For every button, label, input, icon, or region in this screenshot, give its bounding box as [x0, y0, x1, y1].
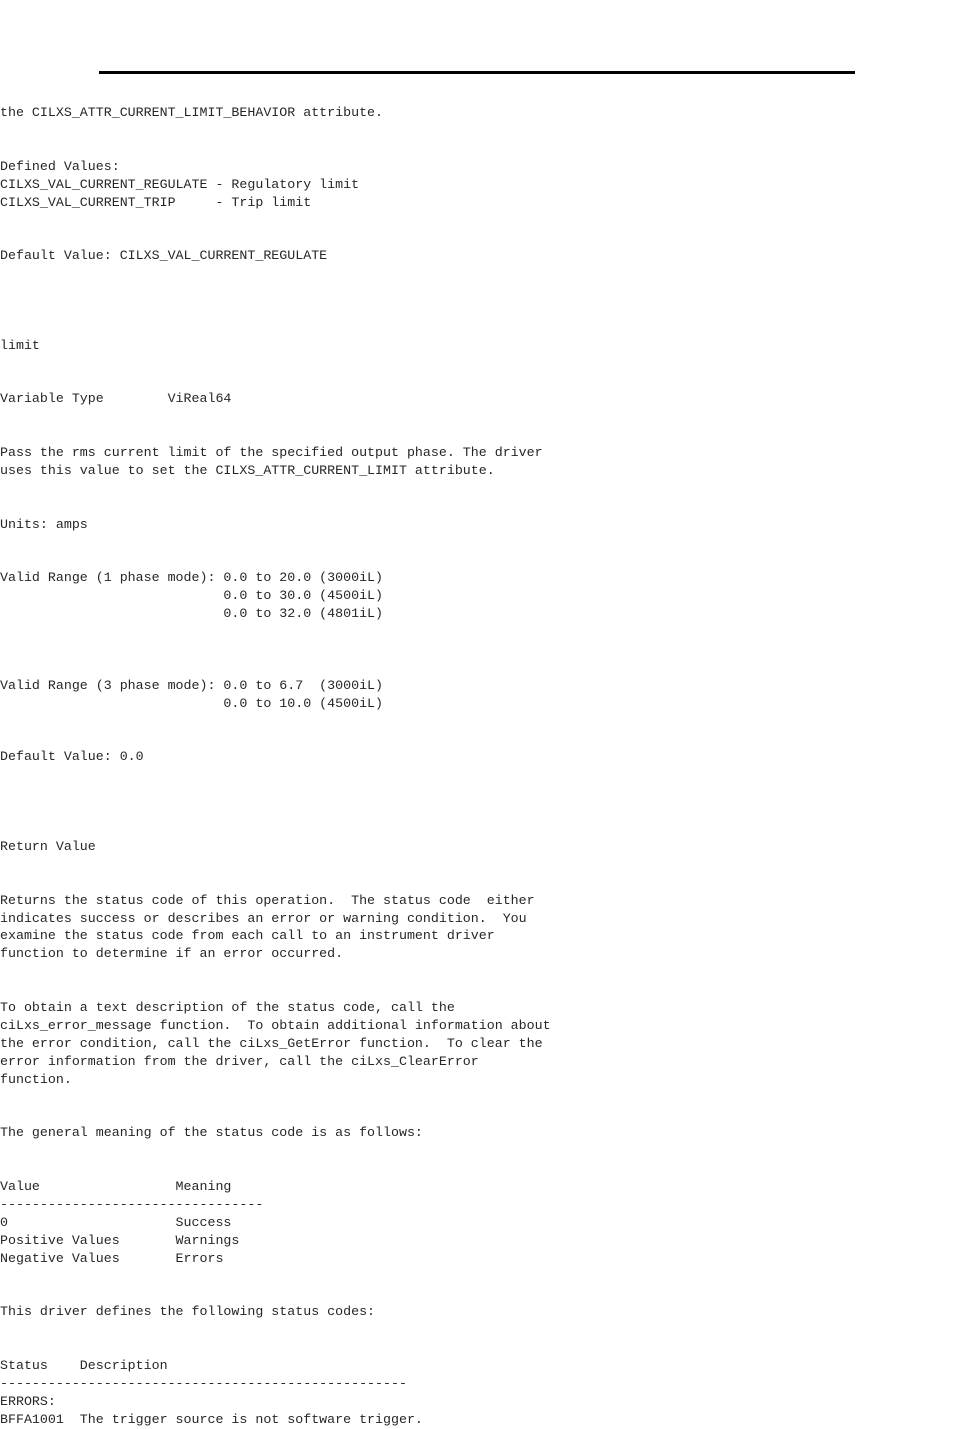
return-value-paragraph1-line4: function to determine if an error occurr… [0, 946, 344, 962]
return-value-paragraph4: This driver defines the following status… [0, 1304, 376, 1320]
document-content: the CILXS_ATTR_CURRENT_LIMIT_BEHAVIOR at… [0, 104, 954, 1429]
header-horizontal-rule [99, 71, 855, 74]
meaning-table-row: Negative Values Errors [0, 1250, 224, 1266]
valid-range-3phase-line-1: Valid Range (3 phase mode): 0.0 to 6.7 (… [0, 677, 384, 693]
return-value-paragraph1-line3: examine the status code from each call t… [0, 928, 495, 944]
variable-type-row: Variable Type ViReal64 [0, 391, 232, 407]
meaning-table-separator: --------------------------------- [0, 1197, 264, 1213]
limit-description-line-2: uses this value to set the CILXS_ATTR_CU… [0, 463, 495, 479]
limit-default-value: Default Value: 0.0 [0, 749, 144, 765]
behavior-default-value: Default Value: CILXS_VAL_CURRENT_REGULAT… [0, 248, 328, 264]
return-value-paragraph2-line1: To obtain a text description of the stat… [0, 1000, 455, 1016]
status-table-header: Status Description [0, 1358, 168, 1374]
status-table-separator: ----------------------------------------… [0, 1376, 407, 1392]
parameter-name-limit: limit [0, 337, 40, 353]
return-value-paragraph3: The general meaning of the status code i… [0, 1125, 423, 1141]
return-value-paragraph2-line2: ciLxs_error_message function. To obtain … [0, 1017, 551, 1033]
return-value-paragraph1-line2: indicates success or describes an error … [0, 910, 527, 926]
return-value-heading: Return Value [0, 838, 96, 854]
status-table-group-label: ERRORS: [0, 1393, 56, 1409]
return-value-paragraph1-line1: Returns the status code of this operatio… [0, 892, 535, 908]
valid-range-1phase-line-1: Valid Range (1 phase mode): 0.0 to 20.0 … [0, 570, 384, 586]
units-text: Units: amps [0, 516, 88, 532]
attribute-note-text: the CILXS_ATTR_CURRENT_LIMIT_BEHAVIOR at… [0, 105, 384, 120]
return-value-paragraph2-line4: error information from the driver, call … [0, 1053, 479, 1069]
limit-description-line-1: Pass the rms current limit of the specif… [0, 445, 543, 461]
return-value-paragraph2-line3: the error condition, call the ciLxs_GetE… [0, 1035, 543, 1051]
defined-values-heading: Defined Values: [0, 158, 120, 174]
defined-value-regulate: CILXS_VAL_CURRENT_REGULATE - Regulatory … [0, 176, 360, 192]
valid-range-3phase-line-2: 0.0 to 10.0 (4500iL) [0, 695, 384, 711]
valid-range-1phase-line-3: 0.0 to 32.0 (4801iL) [0, 606, 384, 622]
document-page: the CILXS_ATTR_CURRENT_LIMIT_BEHAVIOR at… [0, 0, 954, 1427]
return-value-paragraph2-line5: function. [0, 1071, 72, 1087]
defined-value-trip: CILXS_VAL_CURRENT_TRIP - Trip limit [0, 194, 312, 210]
status-table-row: BFFA1001 The trigger source is not softw… [0, 1411, 423, 1427]
meaning-table-row: 0 Success [0, 1214, 232, 1230]
valid-range-1phase-line-2: 0.0 to 30.0 (4500iL) [0, 588, 384, 604]
meaning-table-header: Value Meaning [0, 1179, 232, 1195]
